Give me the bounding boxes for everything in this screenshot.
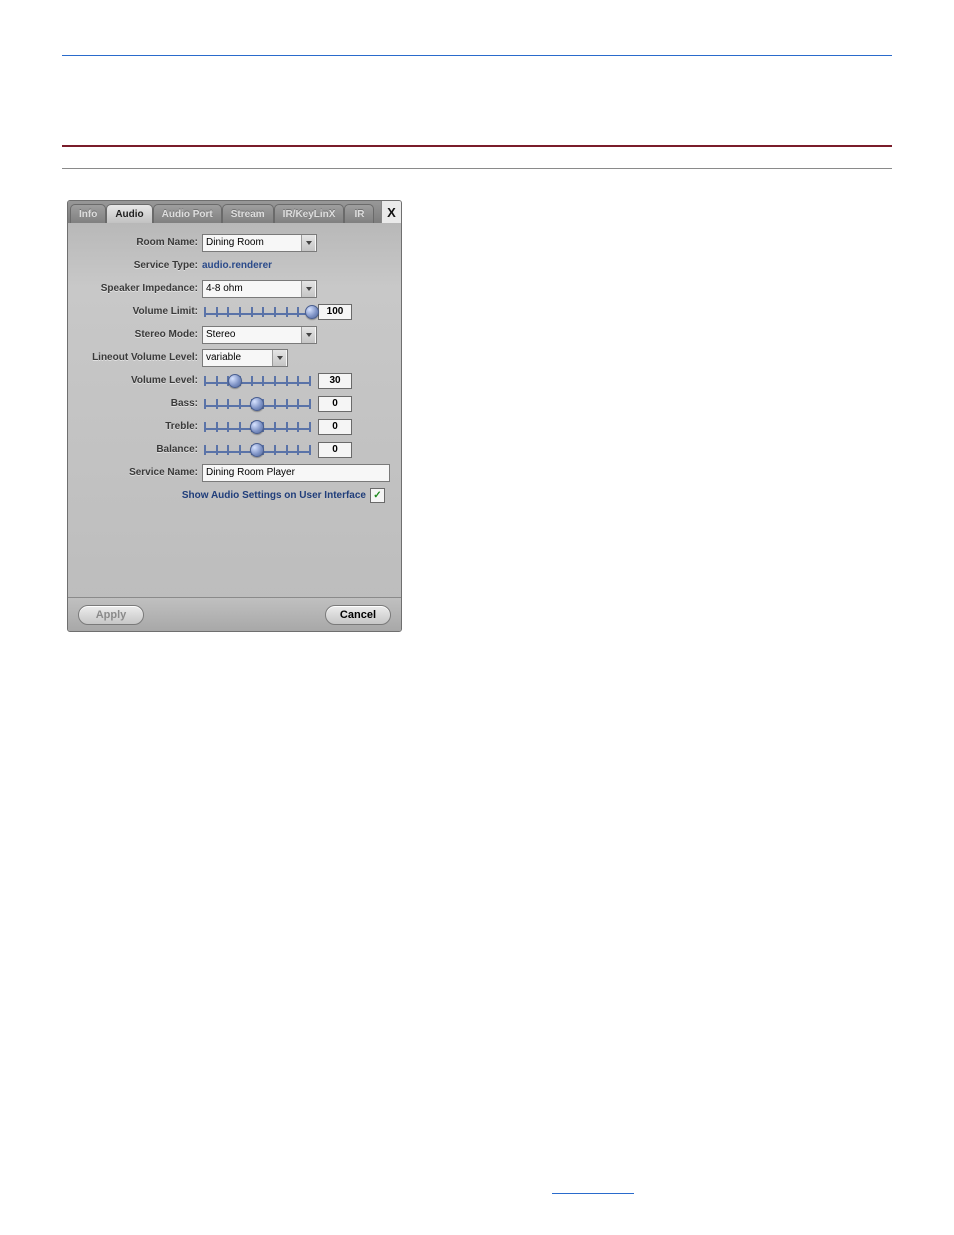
tab-ir[interactable]: IR <box>344 204 374 223</box>
tab-audio[interactable]: Audio <box>106 204 152 223</box>
service-name-input[interactable] <box>202 464 390 482</box>
label-volume-level: Volume Level: <box>74 375 202 386</box>
section-rule-2 <box>62 168 892 169</box>
row-treble: Treble: 0 <box>74 415 391 438</box>
volume-limit-slider[interactable] <box>202 303 312 321</box>
chevron-down-icon <box>301 235 315 251</box>
show-audio-checkbox[interactable]: ✓ <box>370 488 385 503</box>
chevron-down-icon <box>301 281 315 297</box>
row-volume-level: Volume Level: 30 <box>74 369 391 392</box>
row-speaker-impedance: Speaker Impedance: 4-8 ohm <box>74 277 391 300</box>
footer-link[interactable] <box>552 1184 634 1194</box>
balance-value[interactable]: 0 <box>318 442 352 458</box>
label-room-name: Room Name: <box>74 237 202 248</box>
row-balance: Balance: 0 <box>74 438 391 461</box>
row-bass: Bass: 0 <box>74 392 391 415</box>
label-volume-limit: Volume Limit: <box>74 306 202 317</box>
row-service-type: Service Type: audio.renderer <box>74 254 391 277</box>
chevron-down-icon <box>301 327 315 343</box>
speaker-impedance-value: 4-8 ohm <box>206 283 243 294</box>
row-volume-limit: Volume Limit: 100 <box>74 300 391 323</box>
audio-settings-dialog: Info Audio Audio Port Stream IR/KeyLinX … <box>67 200 402 632</box>
bass-slider[interactable] <box>202 395 312 413</box>
service-type-value: audio.renderer <box>202 260 272 271</box>
room-name-value: Dining Room <box>206 237 264 248</box>
lineout-volume-level-value: variable <box>206 352 241 363</box>
row-service-name: Service Name: <box>74 461 391 484</box>
label-treble: Treble: <box>74 421 202 432</box>
stereo-mode-select[interactable]: Stereo <box>202 326 317 344</box>
balance-slider[interactable] <box>202 441 312 459</box>
treble-slider[interactable] <box>202 418 312 436</box>
slider-thumb[interactable] <box>250 420 264 434</box>
volume-limit-value[interactable]: 100 <box>318 304 352 320</box>
dialog-tabs: Info Audio Audio Port Stream IR/KeyLinX … <box>68 201 401 223</box>
tab-ir-keylinx[interactable]: IR/KeyLinX <box>274 204 345 223</box>
lineout-volume-level-select[interactable]: variable <box>202 349 288 367</box>
slider-thumb[interactable] <box>228 374 242 388</box>
row-stereo-mode: Stereo Mode: Stereo <box>74 323 391 346</box>
chevron-down-icon <box>272 350 286 366</box>
section-rule-1 <box>62 145 892 147</box>
label-show-audio: Show Audio Settings on User Interface <box>182 490 366 501</box>
tab-stream[interactable]: Stream <box>222 204 274 223</box>
tab-info[interactable]: Info <box>70 204 106 223</box>
tab-audio-port[interactable]: Audio Port <box>153 204 222 223</box>
speaker-impedance-select[interactable]: 4-8 ohm <box>202 280 317 298</box>
button-bar: Apply Cancel <box>68 597 401 631</box>
apply-button[interactable]: Apply <box>78 605 144 625</box>
slider-thumb[interactable] <box>250 443 264 457</box>
row-lineout-volume-level: Lineout Volume Level: variable <box>74 346 391 369</box>
header-divider <box>62 55 892 56</box>
row-show-audio: Show Audio Settings on User Interface ✓ <box>74 488 391 503</box>
label-balance: Balance: <box>74 444 202 455</box>
cancel-button[interactable]: Cancel <box>325 605 391 625</box>
label-bass: Bass: <box>74 398 202 409</box>
treble-value[interactable]: 0 <box>318 419 352 435</box>
slider-thumb[interactable] <box>305 305 319 319</box>
bass-value[interactable]: 0 <box>318 396 352 412</box>
row-room-name: Room Name: Dining Room <box>74 231 391 254</box>
label-stereo-mode: Stereo Mode: <box>74 329 202 340</box>
label-lineout-volume-level: Lineout Volume Level: <box>74 352 202 363</box>
label-service-name: Service Name: <box>74 467 202 478</box>
form-area: Room Name: Dining Room Service Type: aud… <box>68 223 401 509</box>
label-speaker-impedance: Speaker Impedance: <box>74 283 202 294</box>
volume-level-slider[interactable] <box>202 372 312 390</box>
room-name-select[interactable]: Dining Room <box>202 234 317 252</box>
stereo-mode-value: Stereo <box>206 329 235 340</box>
slider-thumb[interactable] <box>250 397 264 411</box>
volume-level-value[interactable]: 30 <box>318 373 352 389</box>
label-service-type: Service Type: <box>74 260 202 271</box>
close-button[interactable]: X <box>381 201 401 223</box>
